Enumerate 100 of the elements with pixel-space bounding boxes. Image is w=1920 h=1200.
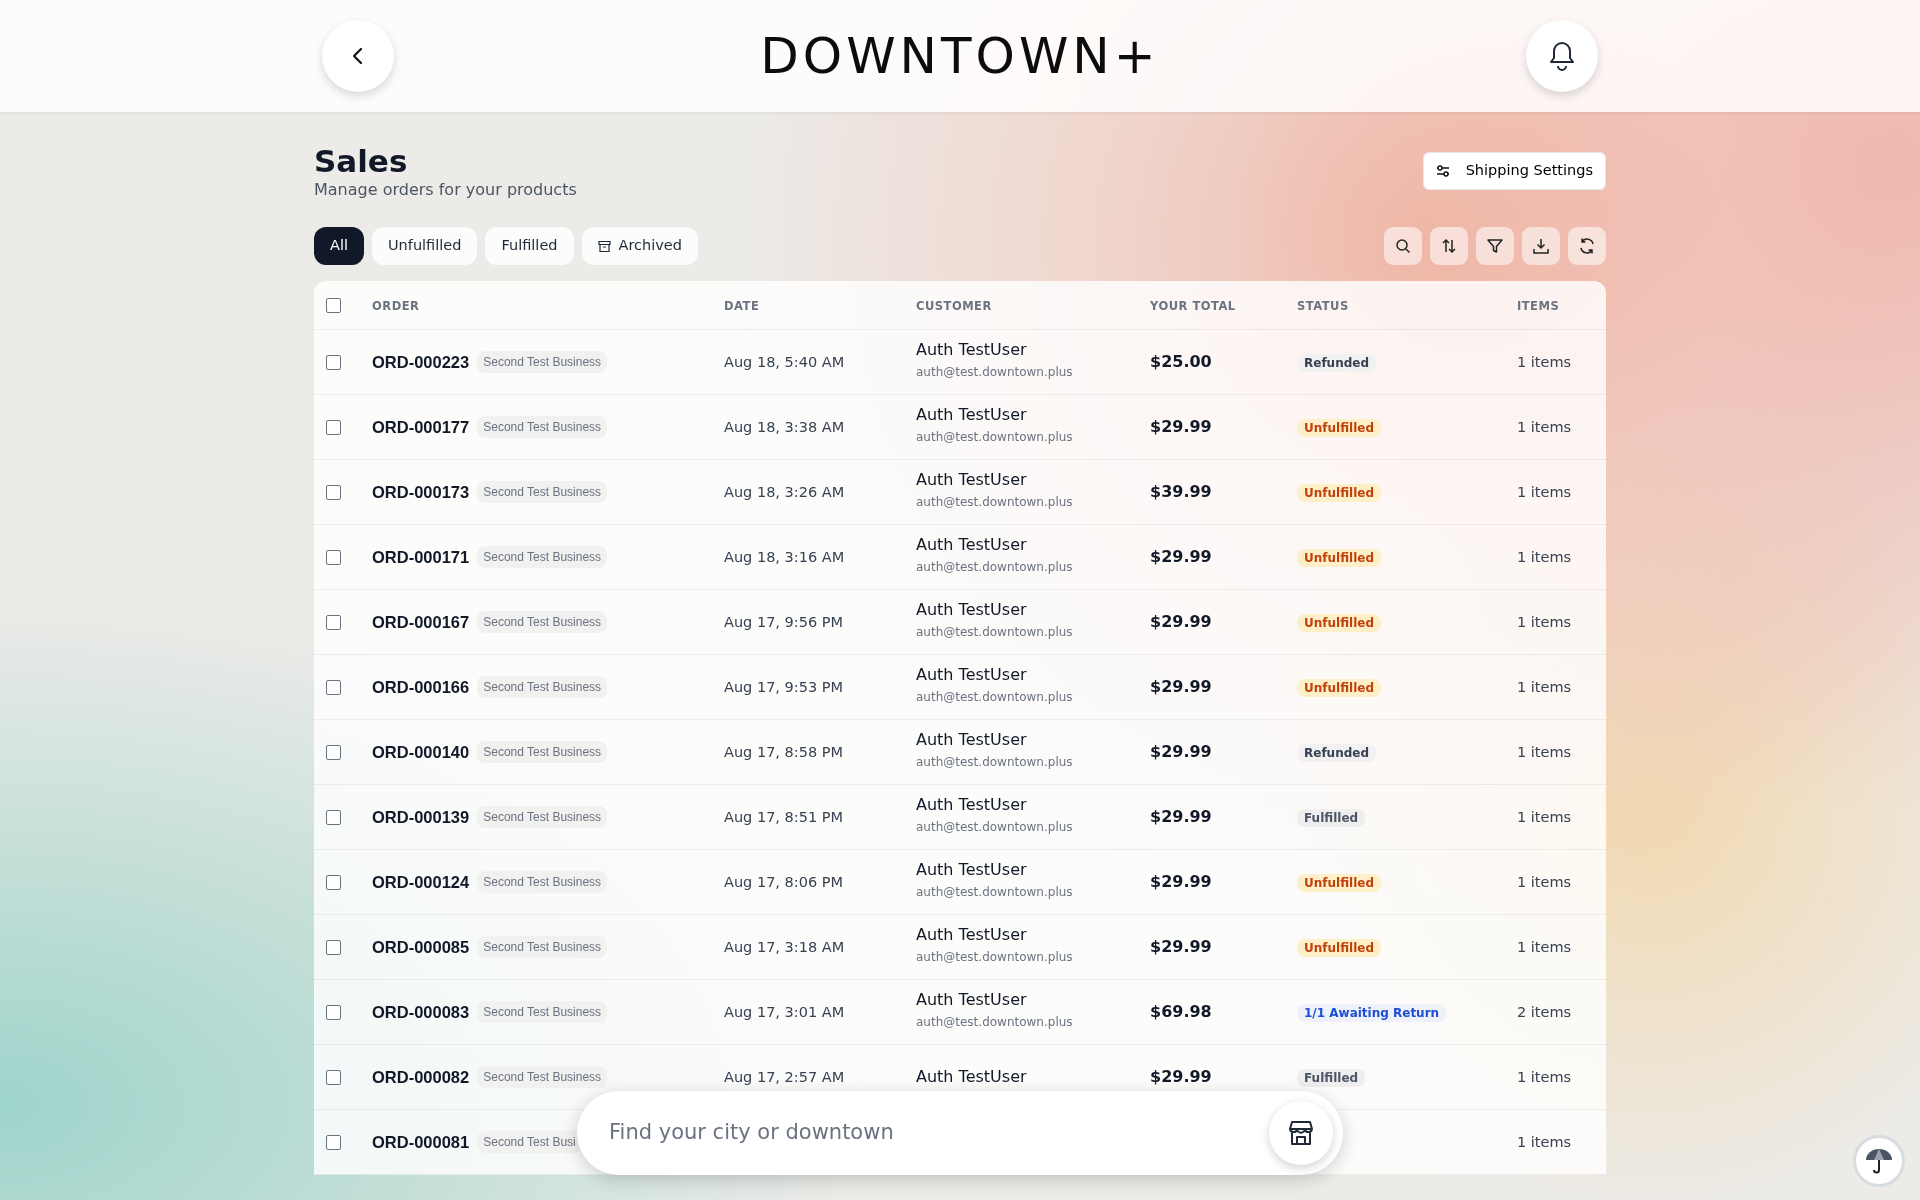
- column-header: STATUS: [1297, 299, 1349, 314]
- customer-name: Auth TestUser: [916, 861, 1028, 879]
- status-badge: Unfulfilled: [1297, 874, 1381, 893]
- order-number[interactable]: ORD-000140: [372, 739, 470, 765]
- checkbox[interactable]: [326, 354, 341, 370]
- order-total: $29.99: [1150, 677, 1212, 697]
- notifications-button[interactable]: [1526, 20, 1598, 92]
- filter-tab[interactable]: Fulfilled: [485, 227, 574, 265]
- status-badge: Unfulfilled: [1297, 679, 1381, 698]
- order-number[interactable]: ORD-000085: [372, 934, 470, 960]
- status-badge: Refunded: [1297, 744, 1376, 763]
- filter-tab[interactable]: Unfulfilled: [372, 227, 478, 265]
- order-date: Aug 18, 5:40 AM: [724, 354, 845, 371]
- status-badge: Unfulfilled: [1297, 614, 1381, 633]
- customer-name: Auth TestUser: [916, 796, 1028, 814]
- order-number[interactable]: ORD-000167: [372, 609, 470, 635]
- search-bar[interactable]: Find your city or downtown: [577, 1091, 1343, 1175]
- status-badge: Unfulfilled: [1297, 549, 1381, 568]
- checkbox[interactable]: [326, 1134, 341, 1150]
- status-badge: Unfulfilled: [1297, 484, 1381, 503]
- checkbox[interactable]: [326, 744, 341, 760]
- order-total: $29.99: [1150, 742, 1212, 762]
- checkbox[interactable]: [326, 1069, 341, 1085]
- order-number[interactable]: ORD-000223: [372, 349, 470, 375]
- sort-arrows-icon: [1440, 237, 1458, 256]
- order-total: $29.99: [1150, 1067, 1212, 1087]
- item-count: 1 items: [1517, 874, 1572, 891]
- order-total: $29.99: [1150, 872, 1212, 892]
- business-tag: Second Test Business: [477, 546, 608, 569]
- checkbox[interactable]: [326, 614, 341, 630]
- customer-email: auth@test.downtown.plus: [916, 819, 1073, 834]
- column-header: YOUR TOTAL: [1150, 299, 1236, 314]
- order-number[interactable]: ORD-000173: [372, 479, 470, 505]
- customer-email: auth@test.downtown.plus: [916, 429, 1073, 444]
- funnel-icon: [1486, 237, 1504, 256]
- order-number[interactable]: ORD-000082: [372, 1064, 470, 1090]
- order-date: Aug 17, 9:56 PM: [724, 614, 844, 631]
- customer-name: Auth TestUser: [916, 926, 1028, 944]
- item-count: 2 items: [1517, 1004, 1572, 1021]
- checkbox[interactable]: [326, 484, 341, 500]
- business-tag: Second Test Business: [477, 806, 608, 829]
- order-number[interactable]: ORD-000083: [372, 999, 470, 1025]
- order-total: $69.98: [1150, 1002, 1212, 1022]
- customer-email: auth@test.downtown.plus: [916, 754, 1073, 769]
- shipping-settings-button[interactable]: Shipping Settings: [1422, 152, 1606, 190]
- order-number[interactable]: ORD-000166: [372, 674, 470, 700]
- order-total: $39.99: [1150, 482, 1212, 502]
- filter-tab[interactable]: All: [314, 227, 364, 265]
- sort-button[interactable]: [1430, 227, 1468, 266]
- order-date: Aug 18, 3:26 AM: [724, 484, 845, 501]
- order-number[interactable]: ORD-000171: [372, 544, 470, 570]
- search-button[interactable]: [1384, 227, 1422, 266]
- column-header: ITEMS: [1517, 299, 1560, 314]
- checkbox[interactable]: [326, 939, 341, 955]
- checkbox[interactable]: [326, 297, 341, 313]
- checkbox[interactable]: [326, 419, 341, 435]
- filter-tab[interactable]: Archived: [581, 227, 698, 265]
- refresh-icon: [1578, 237, 1596, 256]
- order-number[interactable]: ORD-000081: [372, 1129, 470, 1155]
- checkbox[interactable]: [326, 1004, 341, 1020]
- checkbox[interactable]: [326, 809, 341, 825]
- order-total: $25.00: [1150, 352, 1212, 372]
- refresh-button[interactable]: [1568, 227, 1606, 266]
- item-count: 1 items: [1517, 1134, 1572, 1151]
- status-badge: Fulfilled: [1297, 1069, 1366, 1088]
- column-header: CUSTOMER: [916, 299, 992, 314]
- store-button[interactable]: [1269, 1101, 1333, 1165]
- logo[interactable]: DOWNTOWN+: [760, 18, 1160, 94]
- business-tag: Second Test Business: [477, 1066, 608, 1089]
- order-date: Aug 17, 8:06 PM: [724, 874, 844, 891]
- order-number[interactable]: ORD-000124: [372, 869, 470, 895]
- customer-email: auth@test.downtown.plus: [916, 884, 1073, 899]
- search-icon: [1395, 238, 1411, 255]
- order-number[interactable]: ORD-000139: [372, 804, 470, 830]
- business-tag: Second Test Busi: [477, 1131, 582, 1154]
- checkbox[interactable]: [326, 549, 341, 565]
- download-button[interactable]: [1522, 227, 1560, 266]
- customer-email: auth@test.downtown.plus: [916, 689, 1073, 704]
- customer-email: auth@test.downtown.plus: [916, 559, 1073, 574]
- item-count: 1 items: [1517, 809, 1572, 826]
- page-subtitle: Manage orders for your products: [314, 179, 577, 202]
- sliders-icon: [1435, 163, 1450, 178]
- status-badge: Unfulfilled: [1297, 419, 1381, 438]
- business-tag: Second Test Business: [477, 676, 608, 699]
- order-date: Aug 18, 3:16 AM: [724, 549, 845, 566]
- customer-name: Auth TestUser: [916, 1068, 1028, 1086]
- customer-name: Auth TestUser: [916, 731, 1028, 749]
- item-count: 1 items: [1517, 939, 1572, 956]
- order-date: Aug 17, 3:01 AM: [724, 1004, 845, 1021]
- checkbox[interactable]: [326, 679, 341, 695]
- umbrella-logo[interactable]: [1856, 1138, 1902, 1184]
- checkbox[interactable]: [326, 874, 341, 890]
- order-total: $29.99: [1150, 417, 1212, 437]
- item-count: 1 items: [1517, 354, 1572, 371]
- customer-name: Auth TestUser: [916, 471, 1028, 489]
- search-field[interactable]: Find your city or downtown: [607, 1116, 1269, 1150]
- customer-email: auth@test.downtown.plus: [916, 624, 1073, 639]
- customer-email: auth@test.downtown.plus: [916, 1014, 1073, 1029]
- order-number[interactable]: ORD-000177: [372, 414, 470, 440]
- filter-button[interactable]: [1476, 227, 1514, 266]
